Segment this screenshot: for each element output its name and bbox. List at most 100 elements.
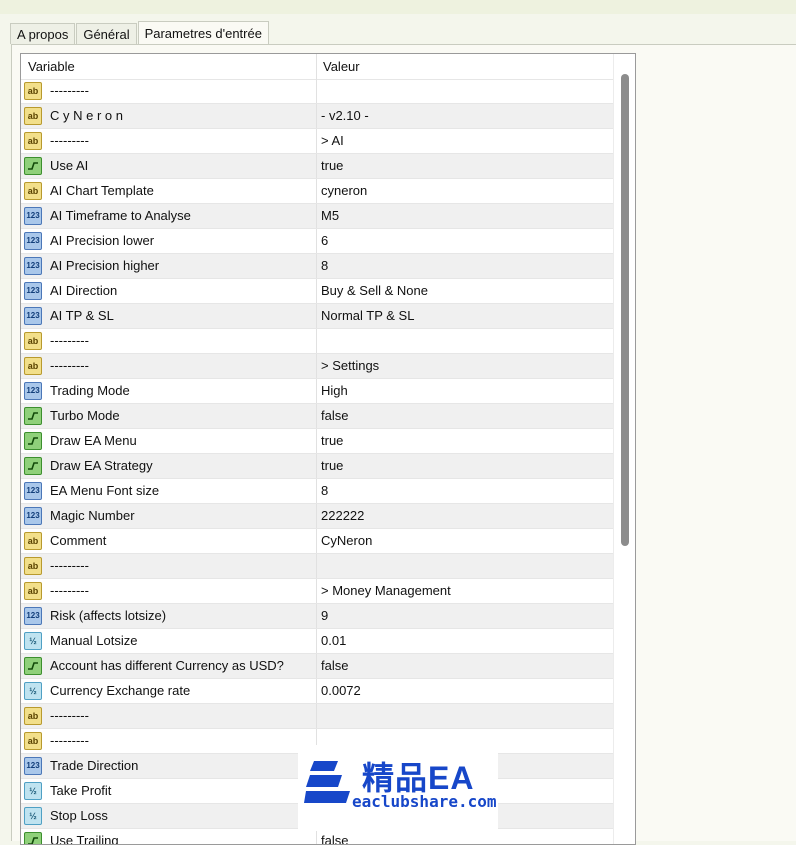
value-cell[interactable]: CyNeron: [317, 529, 613, 553]
double-type-icon: ½: [24, 807, 42, 825]
variable-cell: Account has different Currency as USD?: [21, 654, 317, 678]
variable-name: Trading Mode: [50, 383, 130, 398]
tab-a-propos[interactable]: A propos: [10, 23, 76, 44]
variable-value: cyneron: [321, 183, 368, 198]
parameter-row[interactable]: 123 AI Precision lower 6: [21, 229, 613, 254]
value-cell[interactable]: High: [317, 379, 613, 403]
value-cell[interactable]: Normal TP & SL: [317, 304, 613, 328]
variable-value: High: [321, 383, 348, 398]
parameter-row[interactable]: ab ---------: [21, 554, 613, 579]
parameter-row[interactable]: Turbo Mode false: [21, 404, 613, 429]
parameter-row[interactable]: Draw EA Menu true: [21, 429, 613, 454]
variable-cell: ½ Currency Exchange rate: [21, 679, 317, 703]
variable-cell: Use Trailing: [21, 829, 317, 844]
value-cell[interactable]: false: [317, 654, 613, 678]
value-cell[interactable]: > Money Management: [317, 579, 613, 603]
value-cell[interactable]: 8: [317, 254, 613, 278]
parameter-row[interactable]: 123 Risk (affects lotsize) 9: [21, 604, 613, 629]
variable-value: Normal TP & SL: [321, 308, 415, 323]
header-value[interactable]: Valeur: [323, 54, 360, 79]
parameter-row[interactable]: Account has different Currency as USD? fa…: [21, 654, 613, 679]
tab-general[interactable]: Général: [76, 23, 137, 44]
watermark-site: eaclubshare.com: [352, 792, 497, 811]
tab-parametres-entree[interactable]: Parametres d'entrée: [137, 21, 269, 45]
parameter-row[interactable]: ab AI Chart Template cyneron: [21, 179, 613, 204]
value-cell[interactable]: [317, 329, 613, 353]
parameter-row[interactable]: ab ---------: [21, 329, 613, 354]
value-cell[interactable]: M5: [317, 204, 613, 228]
parameter-row[interactable]: 123 AI TP & SL Normal TP & SL: [21, 304, 613, 329]
parameter-row[interactable]: 123 AI Timeframe to Analyse M5: [21, 204, 613, 229]
variable-cell: ab Comment: [21, 529, 317, 553]
vertical-scrollbar[interactable]: [613, 54, 635, 844]
variable-value: - v2.10 -: [321, 108, 369, 123]
variable-name: AI Precision higher: [50, 258, 160, 273]
variable-name: ---------: [50, 133, 89, 148]
variable-cell: ½ Take Profit: [21, 779, 317, 803]
variable-name: Turbo Mode: [50, 408, 120, 423]
variable-cell: ab ---------: [21, 129, 317, 153]
variable-cell: 123 Trading Mode: [21, 379, 317, 403]
variable-cell: Turbo Mode: [21, 404, 317, 428]
parameter-row[interactable]: ab --------- > Money Management: [21, 579, 613, 604]
parameter-row[interactable]: ab --------- > Settings: [21, 354, 613, 379]
variable-cell: Use AI: [21, 154, 317, 178]
parameter-row[interactable]: 123 Trading Mode High: [21, 379, 613, 404]
watermark-logo-icon: [304, 761, 350, 803]
parameter-row[interactable]: ½ Currency Exchange rate 0.0072: [21, 679, 613, 704]
parameter-row[interactable]: 123 AI Direction Buy & Sell & None: [21, 279, 613, 304]
bool-type-icon: [24, 432, 42, 450]
variable-name: EA Menu Font size: [50, 483, 160, 498]
parameter-row[interactable]: ab --------- > AI: [21, 129, 613, 154]
variable-cell: ab ---------: [21, 704, 317, 728]
header-variable[interactable]: Variable: [28, 54, 75, 79]
value-cell[interactable]: 9: [317, 604, 613, 628]
variable-cell: 123 AI Precision lower: [21, 229, 317, 253]
inputs-panel: Variable Valeur ab --------- ab C y N e r …: [11, 44, 796, 845]
parameter-row[interactable]: Use Trailing false: [21, 829, 613, 845]
value-cell[interactable]: - v2.10 -: [317, 104, 613, 128]
value-cell[interactable]: false: [317, 829, 613, 845]
string-type-icon: ab: [24, 582, 42, 600]
scrollbar-thumb[interactable]: [621, 74, 629, 546]
value-cell[interactable]: 0.01: [317, 629, 613, 653]
value-cell[interactable]: true: [317, 429, 613, 453]
parameter-row[interactable]: ab ---------: [21, 79, 613, 104]
variable-cell: Draw EA Menu: [21, 429, 317, 453]
value-cell[interactable]: true: [317, 154, 613, 178]
value-cell[interactable]: > Settings: [317, 354, 613, 378]
integer-type-icon: 123: [24, 307, 42, 325]
value-cell[interactable]: [317, 554, 613, 578]
parameter-row[interactable]: 123 Magic Number 222222: [21, 504, 613, 529]
variable-value: false: [321, 833, 349, 845]
value-cell[interactable]: 6: [317, 229, 613, 253]
parameter-row[interactable]: Draw EA Strategy true: [21, 454, 613, 479]
integer-type-icon: 123: [24, 207, 42, 225]
variable-name: AI TP & SL: [50, 308, 114, 323]
string-type-icon: ab: [24, 557, 42, 575]
variable-cell: ab ---------: [21, 554, 317, 578]
parameter-row[interactable]: ab Comment CyNeron: [21, 529, 613, 554]
value-cell[interactable]: [317, 704, 613, 728]
variable-name: Take Profit: [50, 783, 112, 798]
value-cell[interactable]: Buy & Sell & None: [317, 279, 613, 303]
bool-type-icon: [24, 657, 42, 675]
value-cell[interactable]: cyneron: [317, 179, 613, 203]
variable-cell: ab ---------: [21, 329, 317, 353]
value-cell[interactable]: false: [317, 404, 613, 428]
integer-type-icon: 123: [24, 382, 42, 400]
value-cell[interactable]: > AI: [317, 129, 613, 153]
variable-cell: 123 AI Precision higher: [21, 254, 317, 278]
grid-rows: ab --------- ab C y N e r o n - v2.10 - ab --…: [21, 79, 613, 845]
value-cell[interactable]: true: [317, 454, 613, 478]
value-cell[interactable]: 222222: [317, 504, 613, 528]
parameter-row[interactable]: 123 EA Menu Font size 8: [21, 479, 613, 504]
parameter-row[interactable]: Use AI true: [21, 154, 613, 179]
parameter-row[interactable]: ab C y N e r o n - v2.10 -: [21, 104, 613, 129]
value-cell[interactable]: 8: [317, 479, 613, 503]
parameter-row[interactable]: ½ Manual Lotsize 0.01: [21, 629, 613, 654]
parameter-row[interactable]: 123 AI Precision higher 8: [21, 254, 613, 279]
value-cell[interactable]: 0.0072: [317, 679, 613, 703]
parameter-row[interactable]: ab ---------: [21, 704, 613, 729]
value-cell[interactable]: [317, 79, 613, 103]
